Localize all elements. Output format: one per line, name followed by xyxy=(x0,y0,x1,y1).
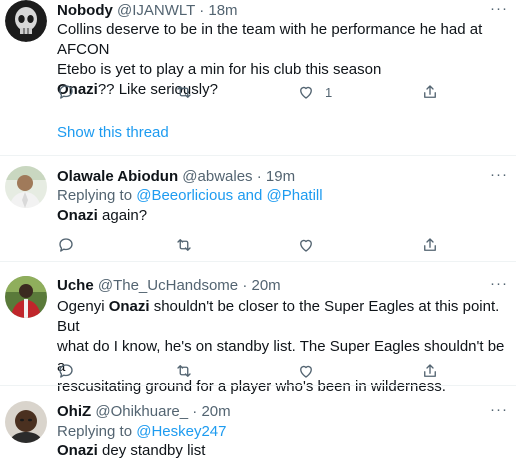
tweet-text: Onazi again? xyxy=(57,206,507,226)
tweet-actions xyxy=(57,236,507,256)
avatar[interactable] xyxy=(5,0,47,42)
timestamp[interactable]: 20m xyxy=(252,277,281,294)
more-options-icon[interactable]: ··· xyxy=(490,166,508,184)
reply-button[interactable] xyxy=(57,362,75,380)
tweet-actions: 1 xyxy=(57,83,507,103)
like-icon xyxy=(300,86,312,99)
more-options-icon[interactable]: ··· xyxy=(490,401,508,419)
tweet-text: Onazi dey standby list xyxy=(57,441,507,461)
bold-mention-text: Onazi xyxy=(57,442,98,459)
tweet-text: Ogenyi Onazi shouldn't be closer to the … xyxy=(57,297,507,397)
mention-links[interactable]: @Heskey247 xyxy=(136,423,226,440)
tweet-actions xyxy=(57,362,507,382)
like-icon xyxy=(300,239,312,252)
retweet-icon xyxy=(177,239,191,251)
reply-icon xyxy=(59,238,73,252)
tweet-nobody[interactable]: Nobody @IJANWLT · 18m ··· Collins deserv… xyxy=(0,0,516,155)
share-button[interactable] xyxy=(421,362,439,380)
separator-dot: · xyxy=(256,168,262,185)
share-icon xyxy=(424,364,436,377)
more-options-icon[interactable]: ··· xyxy=(490,275,508,293)
retweet-button[interactable] xyxy=(175,362,193,380)
avatar[interactable] xyxy=(5,276,47,318)
tweet-line: Ogenyi Onazi shouldn't be closer to the … xyxy=(57,297,507,337)
like-button[interactable]: 1 xyxy=(297,83,332,101)
tweet-header: Olawale Abiodun @abwales · 19m xyxy=(57,168,295,186)
skull-avatar-image xyxy=(5,0,47,42)
reply-icon xyxy=(59,85,73,99)
user-handle[interactable]: @IJANWLT xyxy=(117,2,195,19)
tweet-header: OhiZ @Ohikhuare_ · 20m xyxy=(57,403,231,421)
display-name[interactable]: Uche xyxy=(57,277,94,294)
user-handle[interactable]: @Ohikhuare_ xyxy=(95,403,188,420)
tweet-olawale[interactable]: Olawale Abiodun @abwales · 19m ··· Reply… xyxy=(0,156,516,260)
tweet-feed: Nobody @IJANWLT · 18m ··· Collins deserv… xyxy=(0,0,516,464)
timestamp[interactable]: 19m xyxy=(266,168,295,185)
show-thread-link[interactable]: Show this thread xyxy=(57,124,169,141)
user-handle[interactable]: @abwales xyxy=(182,168,252,185)
mention-links[interactable]: @Beeorlicious and @Phatill xyxy=(136,187,322,204)
tweet-line: Collins deserve to be in the team with h… xyxy=(57,21,483,58)
replying-to: Replying to @Beeorlicious and @Phatill xyxy=(57,187,323,205)
display-name[interactable]: Olawale Abiodun xyxy=(57,168,178,185)
display-name[interactable]: Nobody xyxy=(57,2,113,19)
separator-dot: · xyxy=(199,2,205,19)
retweet-button[interactable] xyxy=(175,236,193,254)
share-icon xyxy=(424,85,436,98)
like-button[interactable] xyxy=(297,236,315,254)
replying-to-label: Replying to xyxy=(57,187,133,204)
user-handle[interactable]: @The_UcHandsome xyxy=(98,277,238,294)
separator-dot: · xyxy=(192,403,198,420)
separator-dot: · xyxy=(242,277,248,294)
tweet-ohiz[interactable]: OhiZ @Ohikhuare_ · 20m ··· Replying to @… xyxy=(0,386,516,464)
retweet-icon xyxy=(177,365,191,377)
timestamp[interactable]: 18m xyxy=(208,2,237,19)
like-button[interactable] xyxy=(297,362,315,380)
replying-to: Replying to @Heskey247 xyxy=(57,423,227,441)
like-icon xyxy=(300,365,312,378)
person-avatar-image xyxy=(5,401,47,443)
tweet-text-tail: again? xyxy=(97,207,148,224)
reply-button[interactable] xyxy=(57,236,75,254)
tweet-header: Uche @The_UcHandsome · 20m xyxy=(57,277,281,295)
share-button[interactable] xyxy=(421,83,439,101)
tweet-uche[interactable]: Uche @The_UcHandsome · 20m ··· Ogenyi On… xyxy=(0,262,516,395)
like-count: 1 xyxy=(325,84,333,100)
person-avatar-image xyxy=(5,276,47,318)
replying-to-label: Replying to xyxy=(57,423,133,440)
share-button[interactable] xyxy=(421,236,439,254)
retweet-button[interactable] xyxy=(175,83,193,101)
reply-button[interactable] xyxy=(57,83,75,101)
retweet-icon xyxy=(177,86,191,98)
tweet-header: Nobody @IJANWLT · 18m xyxy=(57,2,238,20)
bold-mention-text: Onazi xyxy=(57,207,98,224)
display-name[interactable]: OhiZ xyxy=(57,403,91,420)
bold-mention-text: Onazi xyxy=(108,298,150,315)
tweet-text-tail: dey standby list xyxy=(97,442,206,459)
more-options-icon[interactable]: ··· xyxy=(490,0,508,18)
avatar[interactable] xyxy=(5,401,47,443)
person-avatar-image xyxy=(5,166,47,208)
share-icon xyxy=(424,238,436,251)
avatar[interactable] xyxy=(5,166,47,208)
tweet-text-pre: Ogenyi xyxy=(57,298,109,315)
reply-icon xyxy=(59,364,73,378)
tweet-line: Etebo is yet to play a min for his club … xyxy=(57,61,382,78)
timestamp[interactable]: 20m xyxy=(201,403,230,420)
